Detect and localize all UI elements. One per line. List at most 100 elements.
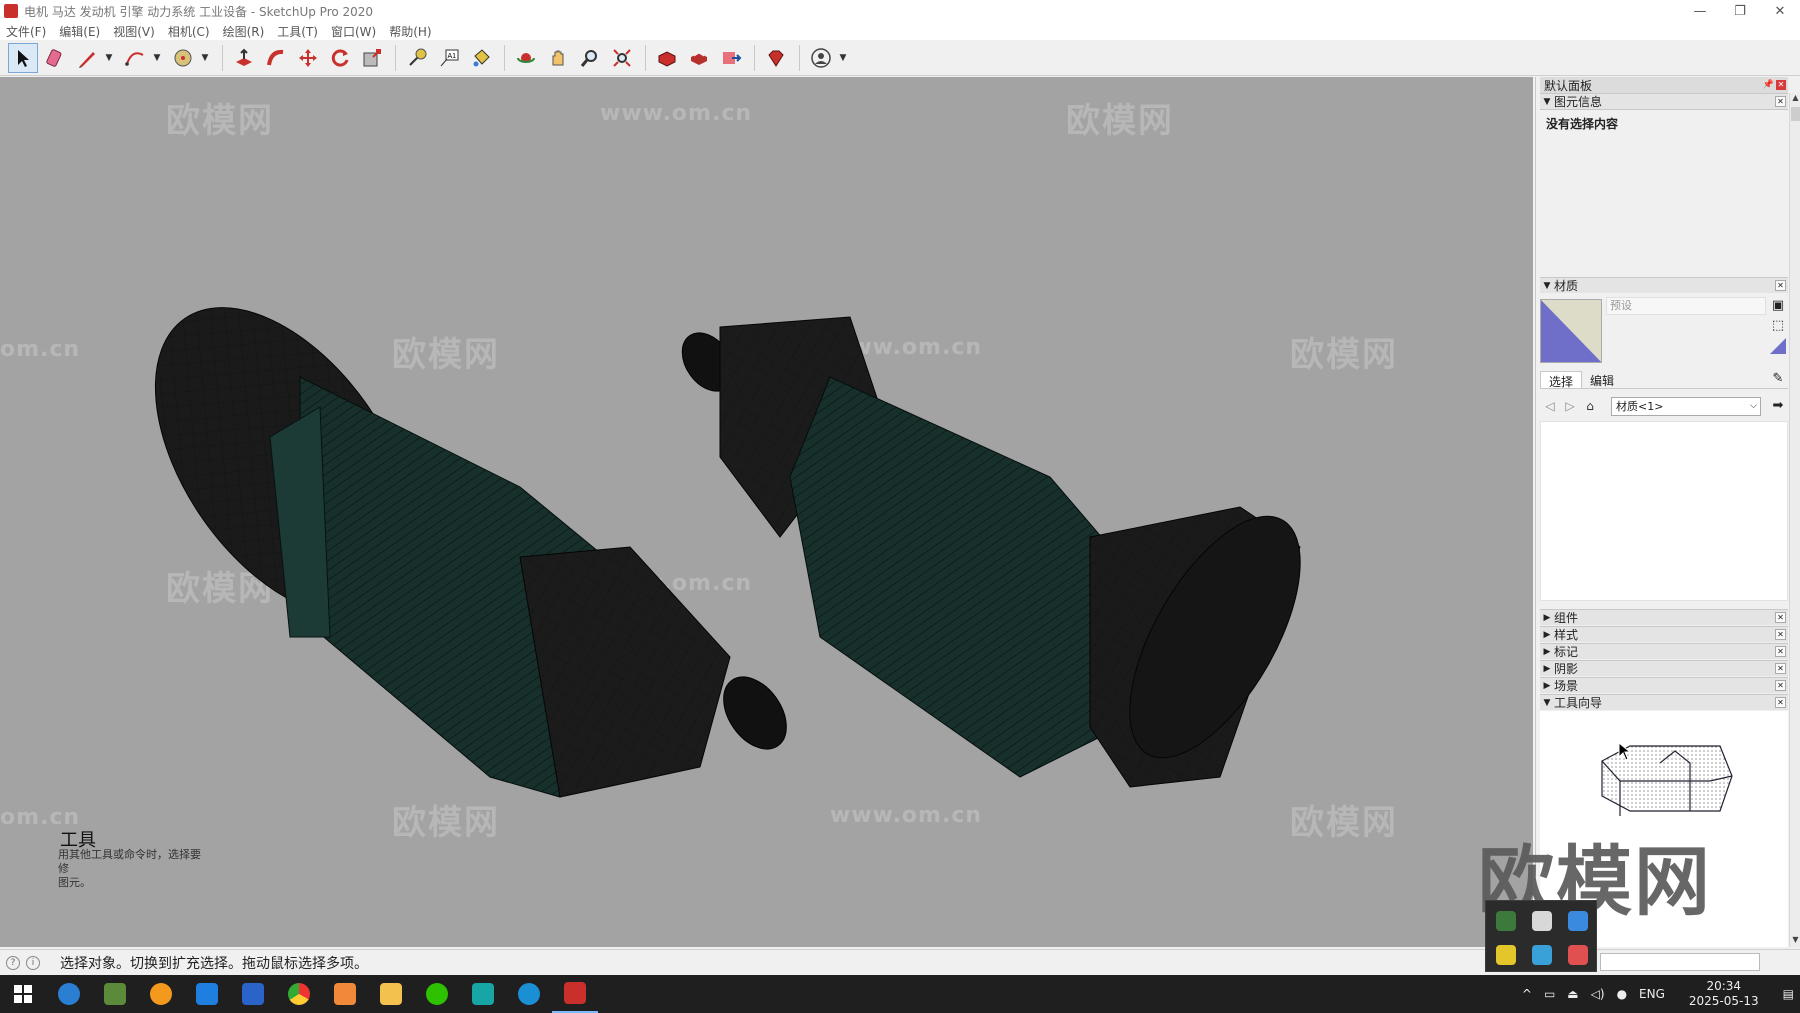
zoom-tool-button[interactable]: [575, 43, 605, 73]
select-tool-button[interactable]: [8, 42, 38, 73]
taskbar-chrome[interactable]: [276, 975, 322, 1013]
section-close-icon[interactable]: ✕: [1775, 646, 1786, 657]
forward-arrow-icon[interactable]: ▷: [1560, 399, 1580, 413]
material-thumbnails-list[interactable]: [1540, 421, 1788, 601]
section-close-icon[interactable]: ✕: [1775, 280, 1786, 291]
line-tool-button[interactable]: [72, 43, 102, 73]
minimize-button[interactable]: —: [1680, 0, 1720, 22]
network-icon[interactable]: ▭: [1544, 987, 1555, 1001]
input-language[interactable]: ENG: [1639, 987, 1665, 1001]
menu-draw[interactable]: 绘图(R): [223, 23, 265, 40]
zoom-extents-tool-button[interactable]: [607, 43, 637, 73]
section-close-icon[interactable]: ✕: [1775, 680, 1786, 691]
warehouse-button[interactable]: [652, 43, 682, 73]
menu-edit[interactable]: 编辑(E): [59, 23, 100, 40]
account-dropdown[interactable]: ▼: [838, 53, 848, 63]
pan-tool-button[interactable]: [543, 43, 573, 73]
orbit-tool-button[interactable]: [511, 43, 541, 73]
display-secondary-pane-icon[interactable]: ▣: [1770, 298, 1786, 314]
default-material-icon[interactable]: [1770, 338, 1786, 354]
close-button[interactable]: ✕: [1760, 0, 1800, 22]
sample-paint-icon[interactable]: ✎: [1770, 371, 1786, 387]
info-icon[interactable]: i: [26, 955, 40, 970]
taskbar-media-player[interactable]: [138, 975, 184, 1013]
material-name-field[interactable]: 预设: [1606, 297, 1766, 315]
extension-warehouse-button[interactable]: [684, 43, 714, 73]
section-close-icon[interactable]: ✕: [1775, 612, 1786, 623]
section-close-icon[interactable]: ✕: [1775, 663, 1786, 674]
home-icon[interactable]: ⌂: [1580, 399, 1600, 413]
details-arrow-icon[interactable]: ➡: [1770, 398, 1786, 414]
taskbar-defender[interactable]: [184, 975, 230, 1013]
clock[interactable]: 20:34 2025-05-13: [1683, 979, 1765, 1009]
taskbar-wechat[interactable]: [414, 975, 460, 1013]
paint-bucket-tool-button[interactable]: [466, 43, 496, 73]
geo-location-icon[interactable]: ?: [6, 955, 20, 970]
shadows-header[interactable]: ▶ 阴影 ✕: [1540, 660, 1788, 676]
line-tool-dropdown[interactable]: ▼: [104, 53, 114, 63]
tab-select[interactable]: 选择: [1540, 371, 1583, 389]
components-header[interactable]: ▶ 组件 ✕: [1540, 609, 1788, 625]
send-to-layout-button[interactable]: [716, 43, 746, 73]
move-tool-button[interactable]: [293, 43, 323, 73]
tray-close-icon[interactable]: ✕: [1776, 80, 1786, 90]
restore-button[interactable]: ❐: [1720, 0, 1760, 22]
taskbar-sketchup[interactable]: [552, 975, 598, 1013]
menu-file[interactable]: 文件(F): [6, 23, 46, 40]
scroll-down-icon[interactable]: ▼: [1790, 935, 1800, 947]
tags-header[interactable]: ▶ 标记 ✕: [1540, 643, 1788, 659]
start-button[interactable]: [0, 975, 46, 1013]
scenes-header[interactable]: ▶ 场景 ✕: [1540, 677, 1788, 693]
arc-tool-dropdown[interactable]: ▼: [152, 53, 162, 63]
eraser-tool-button[interactable]: [40, 43, 70, 73]
taskbar-firefox-like[interactable]: [322, 975, 368, 1013]
menu-help[interactable]: 帮助(H): [389, 23, 431, 40]
section-close-icon[interactable]: ✕: [1775, 629, 1786, 640]
taskbar-3dsmax[interactable]: [460, 975, 506, 1013]
rotate-tool-button[interactable]: [325, 43, 355, 73]
defender-tray-icon[interactable]: [1568, 911, 1588, 931]
material-collection-select[interactable]: 材质<1> ⌵: [1611, 397, 1761, 416]
scroll-thumb[interactable]: [1791, 107, 1800, 121]
instructor-header[interactable]: ▼ 工具向导 ✕: [1540, 694, 1788, 710]
app-tray-icon[interactable]: [1568, 945, 1588, 965]
back-arrow-icon[interactable]: ◁: [1540, 399, 1560, 413]
chevron-up-icon[interactable]: ^: [1522, 987, 1532, 1001]
measurements-box[interactable]: [1600, 953, 1760, 971]
taskbar-edge[interactable]: [506, 975, 552, 1013]
taskbar-minecraft[interactable]: [92, 975, 138, 1013]
scale-tool-button[interactable]: [357, 43, 387, 73]
styles-header[interactable]: ▶ 样式 ✕: [1540, 626, 1788, 642]
3d-viewport[interactable]: 欧模网 www.om.cn 欧模网 om.cn 欧模网 www.om.cn 欧模…: [0, 77, 1533, 947]
taskbar-video[interactable]: [230, 975, 276, 1013]
account-button[interactable]: [806, 43, 836, 73]
taskbar-ie[interactable]: [46, 975, 92, 1013]
tab-edit[interactable]: 编辑: [1582, 371, 1622, 388]
scroll-up-icon[interactable]: ▲: [1790, 93, 1800, 105]
plus-tray-icon[interactable]: [1496, 945, 1516, 965]
materials-header[interactable]: ▼ 材质 ✕: [1540, 277, 1788, 293]
tape-measure-tool-button[interactable]: [402, 43, 432, 73]
cloud-drive-tray-icon[interactable]: [1532, 945, 1552, 965]
push-pull-tool-button[interactable]: [229, 43, 259, 73]
extension-manager-button[interactable]: [761, 43, 791, 73]
menu-view[interactable]: 视图(V): [113, 23, 155, 40]
security-shield-tray-icon[interactable]: [1532, 911, 1552, 931]
nvidia-tray-icon[interactable]: [1496, 911, 1516, 931]
create-material-icon[interactable]: ⬚: [1770, 318, 1786, 334]
usb-icon[interactable]: ⏏: [1567, 987, 1578, 1001]
follow-me-tool-button[interactable]: [261, 43, 291, 73]
volume-icon[interactable]: ◁): [1591, 987, 1605, 1001]
pin-icon[interactable]: 📌: [1763, 80, 1774, 90]
shape-tool-button[interactable]: [168, 43, 198, 73]
shape-tool-dropdown[interactable]: ▼: [200, 53, 210, 63]
menu-camera[interactable]: 相机(C): [168, 23, 210, 40]
notification-icon[interactable]: ▤: [1783, 987, 1794, 1001]
text-tool-button[interactable]: A1: [434, 43, 464, 73]
tray-scrollbar[interactable]: ▲ ▼: [1789, 93, 1800, 947]
entity-info-header[interactable]: ▼ 图元信息 ✕: [1540, 93, 1788, 109]
section-close-icon[interactable]: ✕: [1775, 697, 1786, 708]
menu-window[interactable]: 窗口(W): [331, 23, 376, 40]
section-close-icon[interactable]: ✕: [1775, 96, 1786, 107]
menu-tools[interactable]: 工具(T): [277, 23, 318, 40]
